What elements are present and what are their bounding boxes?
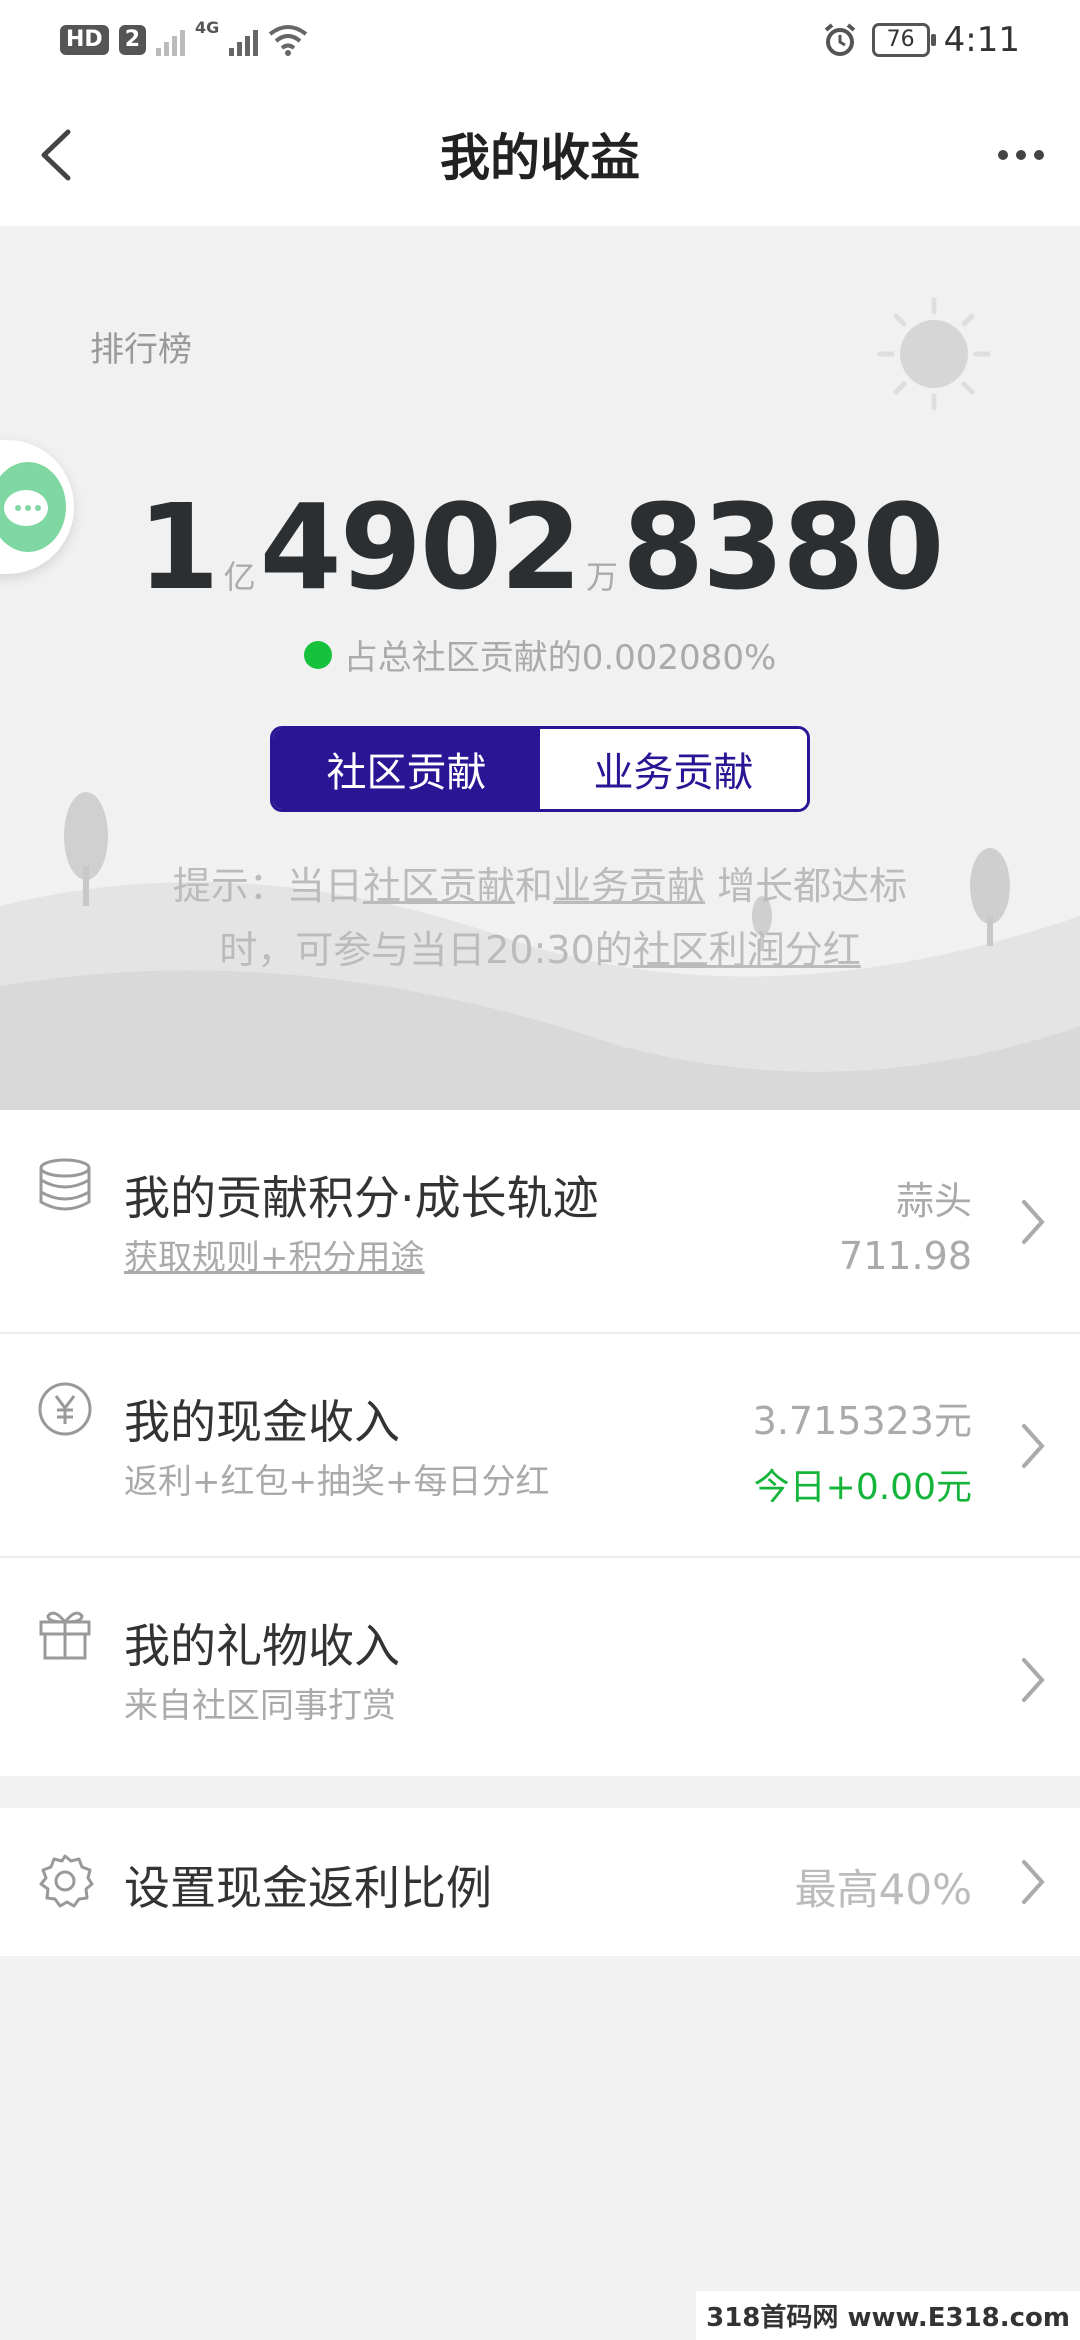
yen-circle-icon bbox=[38, 1382, 92, 1436]
more-dot bbox=[998, 150, 1008, 160]
tip-and: 和 bbox=[514, 864, 553, 908]
status-right: 76 4:11 bbox=[822, 14, 1020, 66]
points-unit-label: 蒜头 bbox=[895, 1179, 972, 1223]
signal-icon bbox=[156, 24, 185, 56]
points-value: 711.98 bbox=[839, 1234, 972, 1278]
unit-wan: 万 bbox=[586, 558, 619, 596]
unit-yi: 亿 bbox=[223, 558, 256, 596]
amount-wan: 4902 bbox=[259, 478, 582, 616]
more-button[interactable] bbox=[986, 120, 1056, 190]
cash-rebate-settings-row[interactable]: 设置现金返利比例 最高40% bbox=[0, 1808, 1080, 1956]
chevron-right-icon bbox=[1022, 1860, 1045, 1904]
community-share: 占总社区贡献的0.002080% bbox=[0, 630, 1080, 679]
cash-income-subtitle: 返利+红包+抽奖+每日分红 bbox=[124, 1462, 550, 1502]
cash-income-title: 我的现金收入 bbox=[124, 1395, 400, 1449]
clock: 4:11 bbox=[943, 20, 1020, 60]
chevron-right-icon bbox=[1022, 1200, 1045, 1244]
contribution-toggle: 社区贡献 业务贡献 bbox=[270, 726, 810, 812]
amount-rest: 8380 bbox=[622, 478, 944, 616]
battery-icon: 76 bbox=[871, 23, 936, 57]
signal-4g-icon bbox=[229, 24, 259, 56]
amount-yi: 1 bbox=[137, 478, 220, 616]
more-dot bbox=[1034, 150, 1044, 160]
status-dot bbox=[303, 640, 332, 669]
tab-community-contribution[interactable]: 社区贡献 bbox=[273, 729, 540, 809]
share-text: 占总社区贡献的0.002080% bbox=[343, 638, 777, 678]
chevron-right-icon bbox=[1022, 1424, 1045, 1468]
cash-income-row[interactable]: 我的现金收入 返利+红包+抽奖+每日分红 3.715323元 今日+0.00元 bbox=[0, 1334, 1080, 1556]
earnings-hero: 排行榜 1 亿 4902 万 8380 占总社区贡献的0.002080% 社区贡… bbox=[0, 226, 1080, 1110]
alarm-icon bbox=[824, 23, 855, 56]
tip-link-dividend[interactable]: 社区利润分红 bbox=[633, 928, 861, 972]
tip-text: 提示：当日社区贡献和业务贡献 增长都达标时，可参与当日20:30的社区利润分红 bbox=[150, 854, 930, 982]
tip-link-business[interactable]: 业务贡献 bbox=[553, 864, 705, 908]
page-title: 我的收益 bbox=[440, 129, 640, 187]
sun-icon bbox=[877, 297, 991, 411]
status-bar: HD 2 4G 76 4:11 bbox=[0, 0, 1080, 80]
contribution-points-title: 我的贡献积分·成长轨迹 bbox=[124, 1171, 599, 1225]
hd-badge: HD bbox=[60, 25, 109, 55]
total-contribution-amount: 1 亿 4902 万 8380 bbox=[0, 488, 1080, 606]
gear-icon bbox=[39, 1854, 94, 1908]
wifi-icon bbox=[269, 25, 308, 56]
status-left: HD 2 4G bbox=[60, 18, 308, 62]
watermark: 318首码网 www.E318.com bbox=[696, 2291, 1080, 2340]
contribution-points-row[interactable]: 我的贡献积分·成长轨迹 获取规则+积分用途 蒜头 711.98 bbox=[0, 1110, 1080, 1332]
tip-link-community[interactable]: 社区贡献 bbox=[363, 864, 515, 908]
cash-income-total: 3.715323元 bbox=[752, 1399, 972, 1443]
cash-rebate-settings-title: 设置现金返利比例 bbox=[124, 1861, 492, 1915]
more-dot bbox=[1016, 150, 1026, 160]
contribution-points-rules-link[interactable]: 获取规则+积分用途 bbox=[124, 1230, 425, 1279]
nav-bar: 我的收益 bbox=[0, 80, 1080, 226]
gift-income-title: 我的礼物收入 bbox=[124, 1619, 400, 1673]
tab-business-contribution[interactable]: 业务贡献 bbox=[540, 729, 807, 809]
sim-badge: 2 bbox=[118, 25, 146, 55]
gift-income-subtitle: 来自社区同事打赏 bbox=[124, 1686, 396, 1726]
gift-income-row[interactable]: 我的礼物收入 来自社区同事打赏 bbox=[0, 1558, 1080, 1776]
cash-rebate-max-value: 最高40% bbox=[794, 1865, 972, 1914]
chevron-right-icon bbox=[1022, 1658, 1045, 1702]
cash-income-today: 今日+0.00元 bbox=[753, 1467, 972, 1508]
gift-icon bbox=[39, 1611, 91, 1660]
coins-stack-icon bbox=[39, 1158, 91, 1211]
leaderboard-link[interactable]: 排行榜 bbox=[90, 322, 192, 371]
tip-prefix: 提示：当日 bbox=[172, 864, 363, 908]
network-label: 4G bbox=[195, 18, 220, 37]
